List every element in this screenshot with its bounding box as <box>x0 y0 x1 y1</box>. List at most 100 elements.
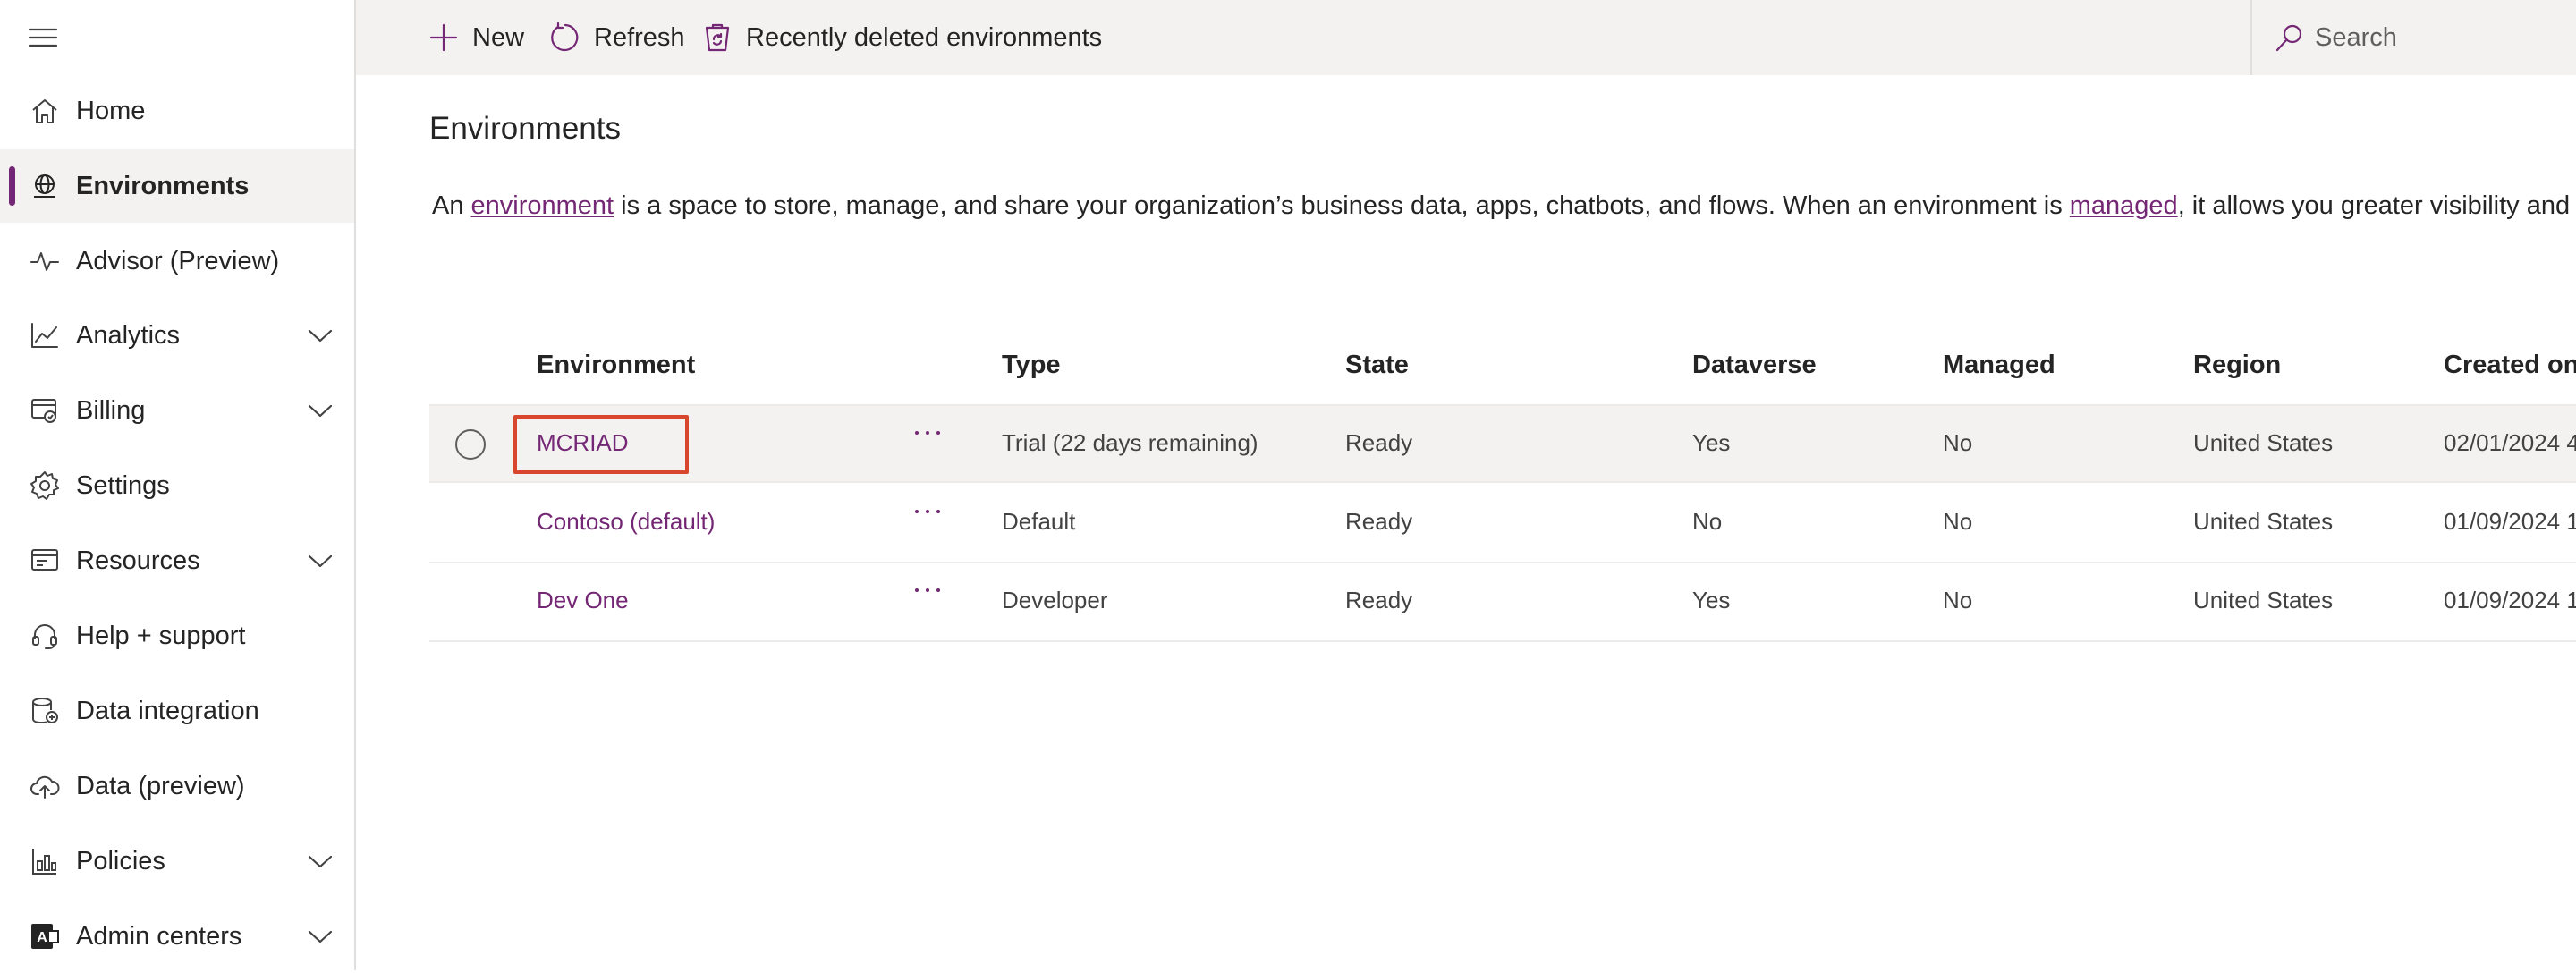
more-actions-icon[interactable] <box>905 422 950 458</box>
policies-icon <box>29 845 61 877</box>
refresh-button[interactable]: Refresh <box>549 0 685 75</box>
recently-deleted-label: Recently deleted environments <box>746 22 1103 52</box>
page-title: Environments <box>429 111 621 146</box>
created-on-cell: 01/09/2024 1 <box>2444 508 2576 535</box>
more-actions-icon[interactable] <box>905 501 950 537</box>
created-on-cell: 01/09/2024 1 <box>2444 587 2576 613</box>
new-button[interactable]: New <box>428 0 524 75</box>
home-icon <box>29 95 61 127</box>
sidebar-item-label: Settings <box>76 470 170 500</box>
recycle-bin-icon <box>701 21 733 54</box>
more-actions-icon[interactable] <box>905 580 950 615</box>
sidebar-item-billing[interactable]: Billing <box>0 374 354 447</box>
sidebar-item-label: Data integration <box>76 696 259 725</box>
sidebar-item-label: Advisor (Preview) <box>76 246 280 275</box>
type-cell: Developer <box>1002 587 1108 613</box>
managed-link[interactable]: managed <box>2070 191 2178 220</box>
refresh-button-label: Refresh <box>594 22 685 52</box>
sidebar-item-environments[interactable]: Environments <box>0 149 354 223</box>
column-header-environment[interactable]: Environment <box>537 351 695 380</box>
chevron-down-icon[interactable] <box>306 925 335 948</box>
cloud-upload-icon <box>29 770 61 802</box>
resources-icon <box>29 545 61 577</box>
column-header-type[interactable]: Type <box>1002 351 1061 380</box>
type-cell: Default <box>1002 508 1076 535</box>
command-bar: New Refresh Recently deleted environment… <box>356 0 2576 75</box>
sidebar-item-analytics[interactable]: Analytics <box>0 299 354 372</box>
search-input[interactable] <box>2313 21 2567 54</box>
chevron-down-icon[interactable] <box>306 549 335 572</box>
sidebar-item-label: Environments <box>76 171 250 200</box>
managed-cell: No <box>1943 508 1973 535</box>
refresh-icon <box>549 21 581 54</box>
state-cell: Ready <box>1345 429 1413 456</box>
dataverse-cell: Yes <box>1692 429 1731 456</box>
sidebar-item-label: Resources <box>76 546 200 575</box>
chevron-down-icon[interactable] <box>306 399 335 422</box>
type-cell: Trial (22 days remaining) <box>1002 429 1258 456</box>
region-cell: United States <box>2193 508 2334 535</box>
region-cell: United States <box>2193 587 2334 613</box>
dataverse-cell: Yes <box>1692 587 1731 613</box>
table-row[interactable]: MCRIAD Trial (22 days remaining) Ready Y… <box>429 404 2576 483</box>
managed-cell: No <box>1943 429 1973 456</box>
environment-name-link[interactable]: MCRIAD <box>537 429 629 457</box>
sidebar-item-label: Data (preview) <box>76 771 245 800</box>
managed-cell: No <box>1943 587 1973 613</box>
page-description: An environment is a space to store, mana… <box>432 191 2576 221</box>
hamburger-menu-icon[interactable] <box>27 21 59 54</box>
sidebar-item-label: Help + support <box>76 621 246 650</box>
svg-text:A: A <box>37 930 47 945</box>
created-on-cell: 02/01/2024 4 <box>2444 429 2576 456</box>
state-cell: Ready <box>1345 587 1413 613</box>
sidebar-item-label: Analytics <box>76 320 181 350</box>
globe-icon <box>29 170 61 202</box>
sidebar-item-label: Admin centers <box>76 921 242 951</box>
environments-table: Environment Type State Dataverse Managed… <box>429 322 2576 644</box>
environment-link[interactable]: environment <box>471 191 614 220</box>
active-indicator <box>9 166 15 206</box>
column-header-state[interactable]: State <box>1345 351 1409 380</box>
recently-deleted-environments-button[interactable]: Recently deleted environments <box>701 0 1102 75</box>
sidebar-item-data-preview[interactable]: Data (preview) <box>0 749 354 823</box>
sidebar: Home Environments Advisor (Preview) Anal… <box>0 0 356 970</box>
gear-icon <box>29 470 61 502</box>
plus-icon <box>428 21 460 54</box>
column-header-created-on[interactable]: Created on <box>2444 351 2576 380</box>
chevron-down-icon[interactable] <box>306 324 335 347</box>
database-icon <box>29 695 61 727</box>
column-header-managed[interactable]: Managed <box>1943 351 2055 380</box>
table-row[interactable]: Dev One Developer Ready Yes No United St… <box>429 563 2576 642</box>
region-cell: United States <box>2193 429 2334 456</box>
chevron-down-icon[interactable] <box>306 850 335 873</box>
description-text: , it allows you greater visibility and c… <box>2177 191 2576 220</box>
sidebar-item-label: Home <box>76 96 146 125</box>
environment-name-link[interactable]: Dev One <box>537 587 629 614</box>
sidebar-item-label: Policies <box>76 846 165 876</box>
column-header-region[interactable]: Region <box>2193 351 2281 380</box>
column-header-dataverse[interactable]: Dataverse <box>1692 351 1817 380</box>
chart-line-icon <box>29 319 61 351</box>
sidebar-item-help-support[interactable]: Help + support <box>0 599 354 673</box>
search-icon <box>2274 21 2306 54</box>
headset-icon <box>29 620 61 652</box>
search-box[interactable] <box>2250 0 2576 75</box>
description-text: An <box>432 191 471 220</box>
sidebar-item-admin-centers[interactable]: A Admin centers <box>0 900 354 973</box>
table-row[interactable]: Contoso (default) Default Ready No No Un… <box>429 485 2576 563</box>
dataverse-cell: No <box>1692 508 1723 535</box>
billing-icon <box>29 394 61 427</box>
sidebar-item-label: Billing <box>76 395 146 425</box>
description-text: is a space to store, manage, and share y… <box>614 191 2070 220</box>
sidebar-item-data-integration[interactable]: Data integration <box>0 674 354 748</box>
row-select-radio[interactable] <box>455 429 486 460</box>
sidebar-item-advisor[interactable]: Advisor (Preview) <box>0 224 354 298</box>
sidebar-item-home[interactable]: Home <box>0 74 354 148</box>
state-cell: Ready <box>1345 508 1413 535</box>
sidebar-item-resources[interactable]: Resources <box>0 524 354 597</box>
new-button-label: New <box>472 22 525 52</box>
environment-name-link[interactable]: Contoso (default) <box>537 508 715 536</box>
pulse-icon <box>29 245 61 277</box>
sidebar-item-policies[interactable]: Policies <box>0 825 354 898</box>
sidebar-item-settings[interactable]: Settings <box>0 449 354 522</box>
